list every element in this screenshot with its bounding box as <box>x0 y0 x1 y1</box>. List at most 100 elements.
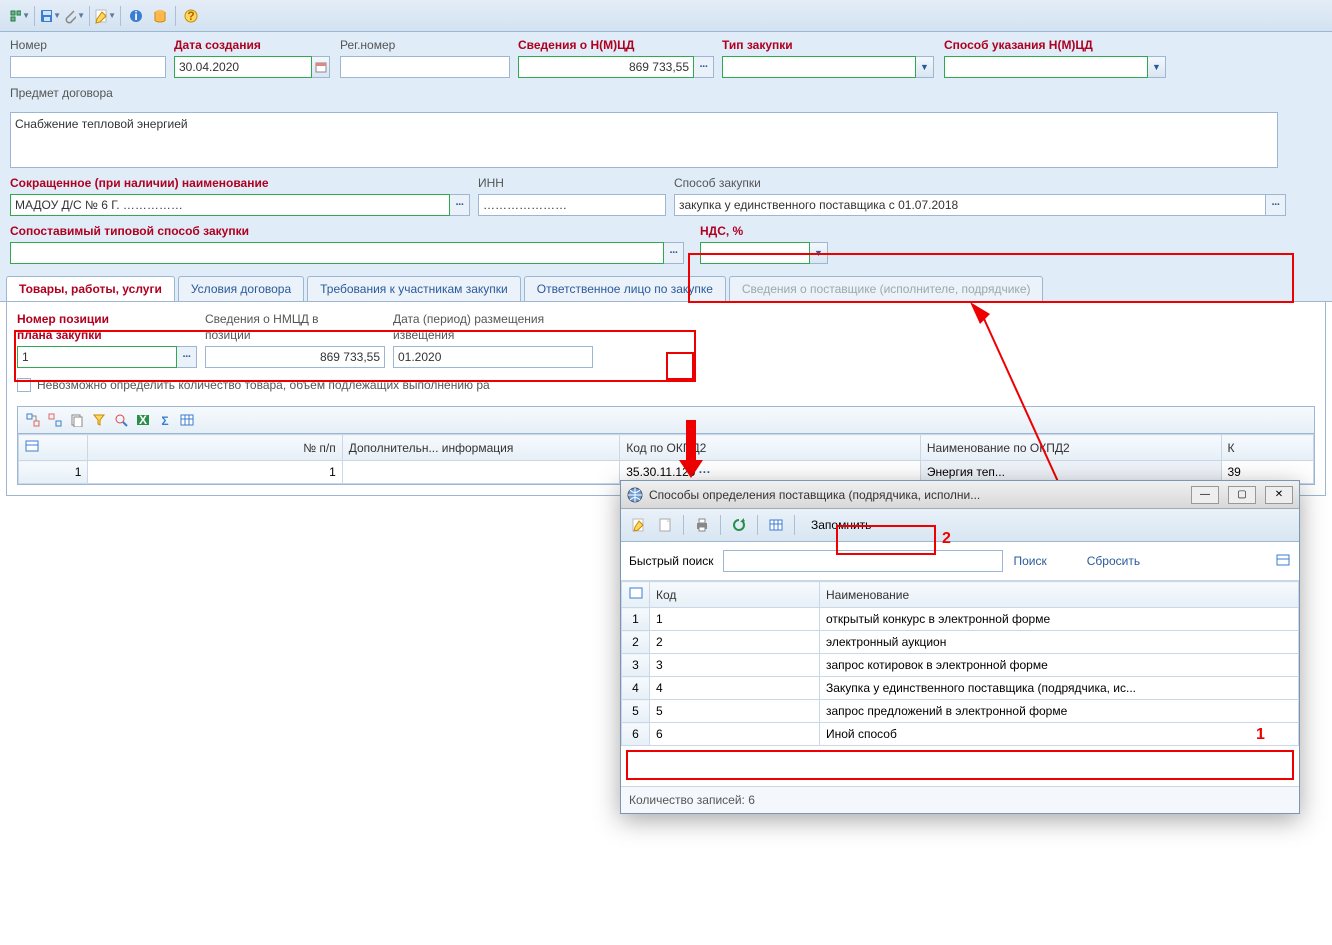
typical-label: Сопоставимый типовой способ закупки <box>10 224 684 238</box>
minimize-icon[interactable]: — <box>1191 486 1219 504</box>
spec-field[interactable] <box>944 56 1148 78</box>
dropdown-icon[interactable]: ▼ <box>1148 56 1166 78</box>
type-label: Тип закупки <box>722 38 936 52</box>
columns-icon[interactable] <box>766 515 786 535</box>
sum-icon[interactable]: Σ <box>156 411 174 429</box>
help-icon[interactable]: ? <box>180 5 202 27</box>
attach-icon[interactable]: ▼ <box>63 5 85 27</box>
dialog-toolbar: Запомнить <box>621 509 1299 542</box>
list-item[interactable]: 55запрос предложений в электронной форме <box>622 700 1299 723</box>
copy-icon[interactable] <box>68 411 86 429</box>
svg-text:i: i <box>134 9 137 23</box>
info-icon[interactable]: i <box>125 5 147 27</box>
tab-conditions[interactable]: Условия договора <box>178 276 304 301</box>
refresh-icon[interactable] <box>729 515 749 535</box>
impossible-checkbox[interactable] <box>17 378 31 392</box>
typical-lookup-icon[interactable]: ··· <box>664 242 684 264</box>
inn-field[interactable] <box>478 194 666 216</box>
reg-label: Рег.номер <box>340 38 510 52</box>
reset-button[interactable]: Сбросить <box>1087 554 1140 568</box>
search-label: Быстрый поиск <box>629 554 713 568</box>
col-num[interactable]: № п/п <box>88 435 342 461</box>
subject-label: Предмет договора <box>10 86 1322 100</box>
number-field[interactable] <box>10 56 166 78</box>
datepub-label1: Дата (период) размещения <box>393 312 593 326</box>
method-label: Способ закупки <box>674 176 1286 190</box>
tab-strip: Товары, работы, услуги Условия договора … <box>0 276 1332 302</box>
tree-expand-icon[interactable] <box>24 411 42 429</box>
inn-label: ИНН <box>478 176 666 190</box>
dialog-title: Способы определения поставщика (подрядчи… <box>649 488 1182 502</box>
datepub-field[interactable] <box>393 346 593 368</box>
globe-icon <box>627 487 643 503</box>
spec-label: Способ указания Н(М)ЦД <box>944 38 1168 52</box>
save-icon[interactable]: ▼ <box>39 5 61 27</box>
method-lookup-icon[interactable]: ··· <box>1266 194 1286 216</box>
col-name[interactable]: Наименование по ОКПД2 <box>920 435 1221 461</box>
tab-responsible[interactable]: Ответственное лицо по закупке <box>524 276 726 301</box>
list-item[interactable]: 44Закупка у единственного поставщика (по… <box>622 677 1299 700</box>
method-field[interactable] <box>674 194 1266 216</box>
calendar-icon[interactable] <box>312 56 330 78</box>
dialog-status: Количество записей: 6 <box>621 786 1299 813</box>
nmcd-label: Сведения о Н(М)ЦД <box>518 38 714 52</box>
shortname-field[interactable] <box>10 194 450 216</box>
tab-requirements[interactable]: Требования к участникам закупки <box>307 276 521 301</box>
datepub-label2: извещения <box>393 328 593 342</box>
find-icon[interactable] <box>112 411 130 429</box>
col-k[interactable]: К <box>1221 435 1314 461</box>
col-dname[interactable]: Наименование <box>820 582 1299 608</box>
grid-settings-icon[interactable] <box>1275 552 1291 571</box>
pos-label1: Номер позиции <box>17 312 197 326</box>
new-icon[interactable] <box>655 515 675 535</box>
pos-field[interactable] <box>17 346 177 368</box>
db-icon[interactable] <box>149 5 171 27</box>
search-button[interactable]: Поиск <box>1013 554 1046 568</box>
shortname-lookup-icon[interactable]: ··· <box>450 194 470 216</box>
dialog-titlebar[interactable]: Способы определения поставщика (подрядчи… <box>621 481 1299 509</box>
col-okpd[interactable]: Код по ОКПД2 <box>620 435 921 461</box>
arrow-down-icon <box>676 420 706 480</box>
search-input[interactable] <box>723 550 1003 572</box>
nmcdpos-label2: позиции <box>205 328 385 342</box>
print-icon[interactable] <box>692 515 712 535</box>
svg-text:?: ? <box>187 9 194 23</box>
date-field[interactable] <box>174 56 312 78</box>
form-area: Номер Дата создания Рег.номер Сведения о… <box>0 32 1332 276</box>
tab-goods-body: Номер позиции плана закупки ··· Сведения… <box>6 302 1326 496</box>
tree-collapse-icon[interactable] <box>46 411 64 429</box>
doc-edit-icon[interactable]: ▼ <box>94 5 116 27</box>
flow-icon[interactable]: ▼ <box>8 5 30 27</box>
close-icon[interactable]: ✕ <box>1265 486 1293 504</box>
tab-supplier: Сведения о поставщике (исполнителе, подр… <box>729 276 1044 301</box>
filter-icon[interactable] <box>90 411 108 429</box>
columns-icon[interactable] <box>178 411 196 429</box>
dropdown-icon[interactable]: ▼ <box>916 56 934 78</box>
maximize-icon[interactable]: ▢ <box>1228 486 1256 504</box>
type-field[interactable] <box>722 56 916 78</box>
nmcdpos-field[interactable] <box>205 346 385 368</box>
remember-button[interactable]: Запомнить <box>803 516 879 534</box>
typical-field[interactable] <box>10 242 664 264</box>
grid-toolbar: X Σ <box>17 406 1315 434</box>
list-item[interactable]: 66Иной способ <box>622 723 1299 746</box>
edit-icon[interactable] <box>629 515 649 535</box>
svg-text:X: X <box>139 413 147 427</box>
subject-field[interactable]: Снабжение тепловой энергией <box>10 112 1278 168</box>
tab-goods[interactable]: Товары, работы, услуги <box>6 276 175 301</box>
list-item[interactable]: 22электронный аукцион <box>622 631 1299 654</box>
shortname-label: Сокращенное (при наличии) наименование <box>10 176 470 190</box>
list-item[interactable]: 11открытый конкурс в электронной форме <box>622 608 1299 631</box>
reg-field[interactable] <box>340 56 510 78</box>
pos-lookup-icon[interactable]: ··· <box>177 346 197 368</box>
dropdown-icon[interactable]: ▼ <box>810 242 828 264</box>
col-code[interactable]: Код <box>650 582 820 608</box>
excel-icon[interactable]: X <box>134 411 152 429</box>
callout-1: 1 <box>1256 726 1265 744</box>
col-add[interactable]: Дополнительн... информация <box>342 435 620 461</box>
list-item[interactable]: 33запрос котировок в электронной форме <box>622 654 1299 677</box>
nmcd-field[interactable] <box>518 56 694 78</box>
nmcd-lookup-icon[interactable]: ··· <box>694 56 714 78</box>
impossible-label: Невозможно определить количество товара,… <box>37 378 490 392</box>
vat-field[interactable] <box>700 242 810 264</box>
